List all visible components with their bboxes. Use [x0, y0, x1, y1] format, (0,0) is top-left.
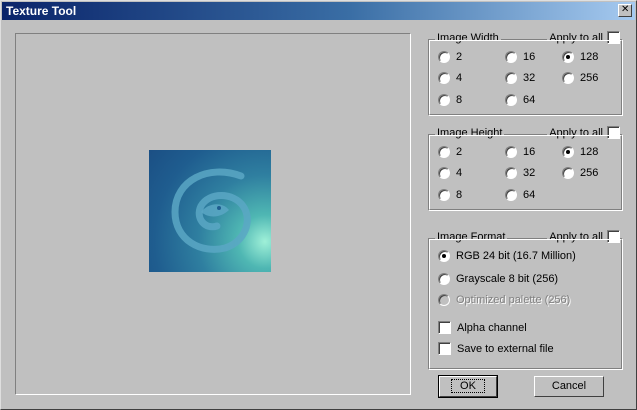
radio-button[interactable]	[562, 167, 574, 179]
radio-button[interactable]	[438, 273, 450, 285]
option-label: 256	[580, 72, 599, 84]
image-width-option[interactable]: 256	[562, 72, 598, 84]
image-width-option[interactable]: 16	[505, 51, 535, 63]
radio-button[interactable]	[438, 146, 450, 158]
ok-button-label: OK	[451, 379, 485, 393]
image-height-group: Image Height Apply to all 2 4 8 16 32 64 128 25…	[428, 126, 623, 211]
image-width-group: Image Width Apply to all 2 4 8 16 32 64 128 256	[428, 31, 623, 116]
image-height-option[interactable]: 2	[438, 146, 462, 158]
image-width-option[interactable]: 8	[438, 94, 462, 106]
radio-button	[438, 294, 450, 306]
option-label: 32	[523, 72, 536, 84]
radio-button[interactable]	[438, 250, 450, 262]
option-label: 4	[456, 72, 463, 84]
texture-tool-window: Texture Tool Image Width Apply to all 2 4…	[0, 0, 637, 410]
option-label: 32	[523, 167, 536, 179]
option-label: 256	[580, 167, 599, 179]
option-label: 4	[456, 167, 463, 179]
image-format-group: Image Format Apply to all RGB 24 bit (16…	[428, 230, 623, 370]
option-label: 2	[456, 146, 463, 158]
radio-button[interactable]	[562, 146, 574, 158]
image-format-option[interactable]: RGB 24 bit (16.7 Million)	[438, 250, 576, 262]
radio-button[interactable]	[562, 72, 574, 84]
radio-button[interactable]	[438, 94, 450, 106]
image-width-option[interactable]: 64	[505, 94, 535, 106]
save-external-option[interactable]: Save to external file	[438, 342, 554, 355]
radio-button[interactable]	[438, 167, 450, 179]
option-label: 16	[523, 51, 536, 63]
checkbox[interactable]	[438, 342, 451, 355]
radio-button[interactable]	[438, 72, 450, 84]
image-height-option[interactable]: 256	[562, 167, 598, 179]
ok-button[interactable]: OK	[438, 375, 498, 398]
image-format-option[interactable]: Grayscale 8 bit (256)	[438, 273, 558, 285]
image-width-legend: Image Width	[435, 32, 501, 44]
option-label: 128	[580, 51, 599, 63]
image-height-option[interactable]: 64	[505, 189, 535, 201]
radio-button[interactable]	[505, 189, 517, 201]
radio-button[interactable]	[505, 72, 517, 84]
radio-button[interactable]	[505, 51, 517, 63]
image-height-option[interactable]: 4	[438, 167, 462, 179]
radio-button[interactable]	[562, 51, 574, 63]
title-bar[interactable]: Texture Tool	[2, 2, 635, 20]
apply-all-checkbox[interactable]	[607, 126, 620, 139]
checkbox[interactable]	[438, 321, 451, 334]
apply-all-label: Apply to all	[549, 230, 603, 243]
radio-button[interactable]	[438, 189, 450, 201]
image-format-apply-all[interactable]: Apply to all	[547, 230, 620, 243]
option-label: 16	[523, 146, 536, 158]
apply-all-label: Apply to all	[549, 126, 603, 139]
close-icon[interactable]	[618, 4, 632, 17]
cancel-button-label: Cancel	[551, 380, 587, 392]
texture-thumbnail	[149, 150, 271, 272]
option-label: Optimized palette (256)	[456, 294, 571, 306]
radio-button[interactable]	[505, 146, 517, 158]
option-label: Grayscale 8 bit (256)	[456, 273, 559, 285]
option-label: 8	[456, 189, 463, 201]
image-height-option[interactable]: 8	[438, 189, 462, 201]
image-height-option[interactable]: 32	[505, 167, 535, 179]
alpha-channel-option[interactable]: Alpha channel	[438, 321, 527, 334]
image-width-option[interactable]: 4	[438, 72, 462, 84]
image-width-option[interactable]: 32	[505, 72, 535, 84]
option-label: 128	[580, 146, 599, 158]
apply-all-label: Apply to all	[549, 31, 603, 44]
checkbox-label: Save to external file	[457, 342, 554, 355]
option-label: 8	[456, 94, 463, 106]
image-height-apply-all[interactable]: Apply to all	[547, 126, 620, 139]
option-label: RGB 24 bit (16.7 Million)	[456, 250, 576, 262]
image-height-option[interactable]: 16	[505, 146, 535, 158]
3ds-logo-icon	[171, 168, 251, 253]
image-height-option[interactable]: 128	[562, 146, 598, 158]
apply-all-checkbox[interactable]	[607, 31, 620, 44]
cancel-button[interactable]: Cancel	[534, 376, 604, 397]
image-height-legend: Image Height	[435, 127, 505, 139]
radio-button[interactable]	[438, 51, 450, 63]
image-width-option[interactable]: 2	[438, 51, 462, 63]
option-label: 2	[456, 51, 463, 63]
apply-all-checkbox[interactable]	[607, 230, 620, 243]
radio-button[interactable]	[505, 94, 517, 106]
option-label: 64	[523, 189, 536, 201]
texture-preview-panel	[15, 33, 411, 395]
option-label: 64	[523, 94, 536, 106]
window-title: Texture Tool	[6, 4, 77, 18]
image-format-option: Optimized palette (256)	[438, 294, 570, 306]
image-width-option[interactable]: 128	[562, 51, 598, 63]
image-width-apply-all[interactable]: Apply to all	[547, 31, 620, 44]
image-format-legend: Image Format	[435, 231, 508, 243]
radio-button[interactable]	[505, 167, 517, 179]
checkbox-label: Alpha channel	[457, 321, 527, 334]
